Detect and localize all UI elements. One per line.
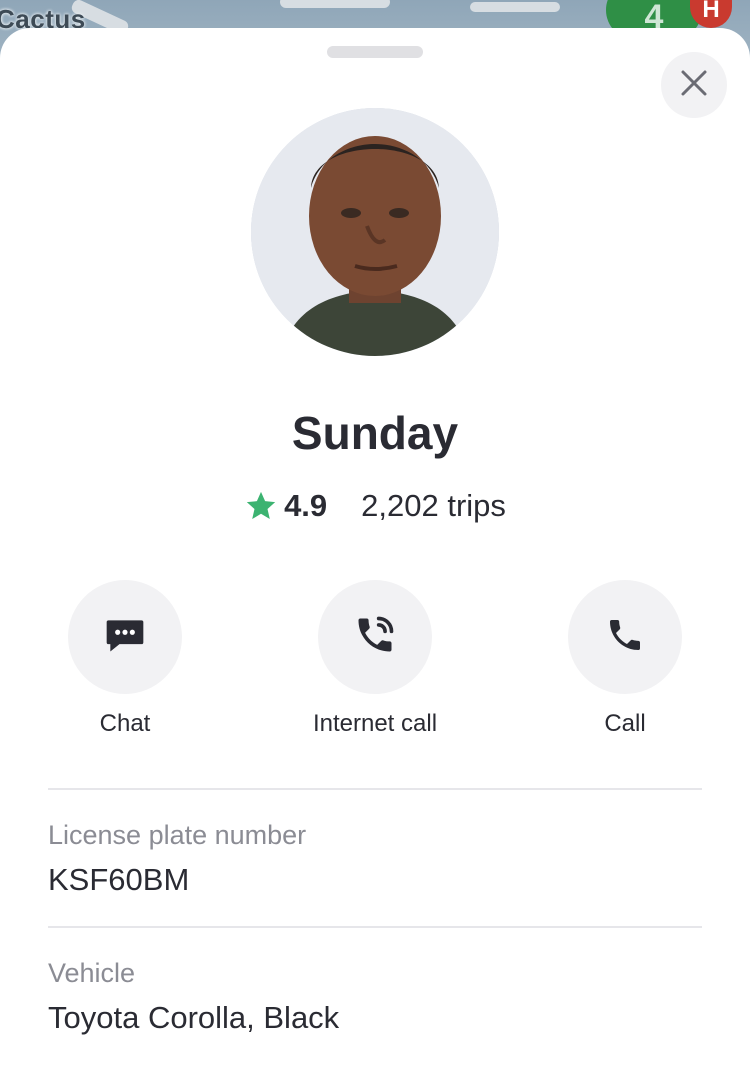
call-button[interactable]: Call [535, 580, 715, 738]
divider [48, 926, 702, 928]
star-icon [244, 489, 278, 523]
license-plate-value: KSF60BM [48, 862, 190, 897]
divider [48, 788, 702, 790]
close-button[interactable] [661, 52, 727, 118]
driver-photo [251, 108, 499, 356]
driver-stats: 4.9 2,202 trips [0, 488, 750, 524]
call-button-circle[interactable] [568, 580, 682, 694]
chat-button[interactable]: Chat [35, 580, 215, 738]
vehicle-label: Vehicle [48, 958, 136, 988]
sheet-drag-handle[interactable] [327, 46, 423, 58]
chat-button-circle[interactable] [68, 580, 182, 694]
map-road [470, 2, 560, 12]
map-road [280, 0, 390, 8]
driver-info-sheet: Sunday 4.9 2,202 trips Chat Internet cal… [0, 28, 750, 1080]
close-icon [679, 68, 709, 103]
internet-call-icon [353, 613, 397, 662]
chat-bubble-icon [103, 613, 147, 662]
driver-avatar [251, 108, 499, 356]
internet-call-label: Internet call [312, 710, 438, 737]
chat-label: Chat [99, 710, 151, 737]
call-label: Call [604, 710, 646, 737]
vehicle-value: Toyota Corolla, Black [48, 1000, 340, 1035]
driver-name: Sunday [291, 407, 459, 459]
license-plate-label: License plate number [48, 820, 307, 850]
driver-rating: 4.9 [284, 488, 328, 523]
internet-call-button[interactable]: Internet call [285, 580, 465, 738]
driver-trip-count: 2,202 trips [361, 488, 506, 523]
phone-icon [605, 615, 645, 660]
internet-call-button-circle[interactable] [318, 580, 432, 694]
